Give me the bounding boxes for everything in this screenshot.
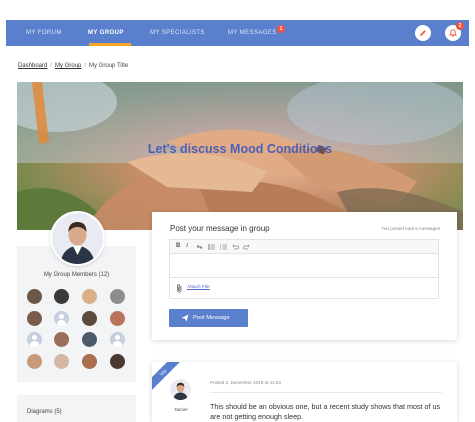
undo-icon[interactable] xyxy=(232,244,239,250)
message-editor: B I Attach File xyxy=(169,239,439,299)
member-avatar[interactable] xyxy=(27,354,42,369)
notifications-badge: 2 xyxy=(456,22,464,30)
numbered-list-icon[interactable] xyxy=(220,244,227,250)
member-grid xyxy=(27,289,129,371)
diagrams-title: Diagrams (5) xyxy=(27,409,62,415)
member-avatar[interactable] xyxy=(82,332,97,347)
post-message-label: Post Message xyxy=(193,315,230,321)
top-nav: MY FORUM MY GROUP MY SPECIALISTS MY MESS… xyxy=(6,20,469,46)
nav-my-specialists[interactable]: MY SPECIALISTS xyxy=(150,30,205,36)
member-avatar[interactable] xyxy=(110,354,125,369)
member-avatar-placeholder[interactable] xyxy=(27,332,42,347)
member-avatar[interactable] xyxy=(82,354,97,369)
message-textarea[interactable] xyxy=(170,254,438,276)
member-avatar[interactable] xyxy=(54,289,69,304)
italic-button[interactable]: I xyxy=(186,243,188,249)
group-owner-avatar[interactable] xyxy=(50,211,105,266)
message-divider xyxy=(210,392,442,393)
attach-row: Attach File xyxy=(170,277,438,299)
breadcrumb-dashboard[interactable]: Dashboard xyxy=(18,63,47,69)
member-avatar[interactable] xyxy=(27,311,42,326)
post-message-button[interactable]: Post Message xyxy=(169,309,248,327)
paperclip-icon[interactable] xyxy=(176,284,183,293)
breadcrumb-my-group[interactable]: My Group xyxy=(55,63,81,69)
message-text: This should be an obvious one, but a rec… xyxy=(210,402,441,421)
member-avatar-placeholder[interactable] xyxy=(110,332,125,347)
edit-button[interactable] xyxy=(415,25,431,41)
attach-file-link[interactable]: Attach File xyxy=(187,285,210,290)
avatar-photo xyxy=(52,213,103,264)
bell-icon xyxy=(449,29,457,37)
send-icon xyxy=(181,314,189,322)
nav-active-indicator xyxy=(89,43,131,46)
member-avatar[interactable] xyxy=(82,311,97,326)
member-avatar[interactable] xyxy=(110,311,125,326)
members-title: My Group Members (12) xyxy=(43,272,110,278)
bullet-list-icon[interactable] xyxy=(208,244,215,250)
editor-toolbar: B I xyxy=(170,240,438,254)
nav-my-forum[interactable]: MY FORUM xyxy=(26,30,62,36)
nav-my-messages[interactable]: MY MESSAGES xyxy=(228,30,277,36)
member-avatar[interactable] xyxy=(27,289,42,304)
member-avatar[interactable] xyxy=(54,354,69,369)
member-avatar[interactable] xyxy=(54,332,69,347)
bold-button[interactable]: B xyxy=(176,243,180,249)
message-card: You Daniel Posted 2, December 2019 at 11… xyxy=(152,362,457,422)
diagrams-panel[interactable]: Diagrams (5) xyxy=(17,395,136,422)
member-avatar[interactable] xyxy=(110,289,125,304)
nav-my-group[interactable]: MY GROUP xyxy=(88,30,124,36)
post-title: Post your message in group xyxy=(170,224,270,233)
hero-title: Let's discuss Mood Conditions xyxy=(147,142,333,156)
message-author-avatar[interactable] xyxy=(170,379,191,400)
hero-banner: Let's discuss Mood Conditions xyxy=(17,82,463,230)
post-composer: Post your message in group You posted to… xyxy=(152,212,457,340)
pencil-icon xyxy=(420,30,426,36)
redo-icon[interactable] xyxy=(243,244,250,250)
hero-image-hands xyxy=(17,82,463,230)
member-avatar-placeholder[interactable] xyxy=(54,311,69,326)
message-date: Posted 2, December 2019 at 11:53 xyxy=(210,380,281,385)
post-count: You posted total 5 messages xyxy=(381,226,440,231)
link-icon[interactable] xyxy=(196,244,203,250)
member-avatar[interactable] xyxy=(82,289,97,304)
messages-badge: 1 xyxy=(277,25,285,33)
breadcrumb: Dashboard / My Group / My Group Title xyxy=(18,63,129,69)
breadcrumb-current: My Group Title xyxy=(89,63,129,69)
avatar-photo xyxy=(170,379,191,400)
message-author-name: Daniel xyxy=(174,407,188,412)
